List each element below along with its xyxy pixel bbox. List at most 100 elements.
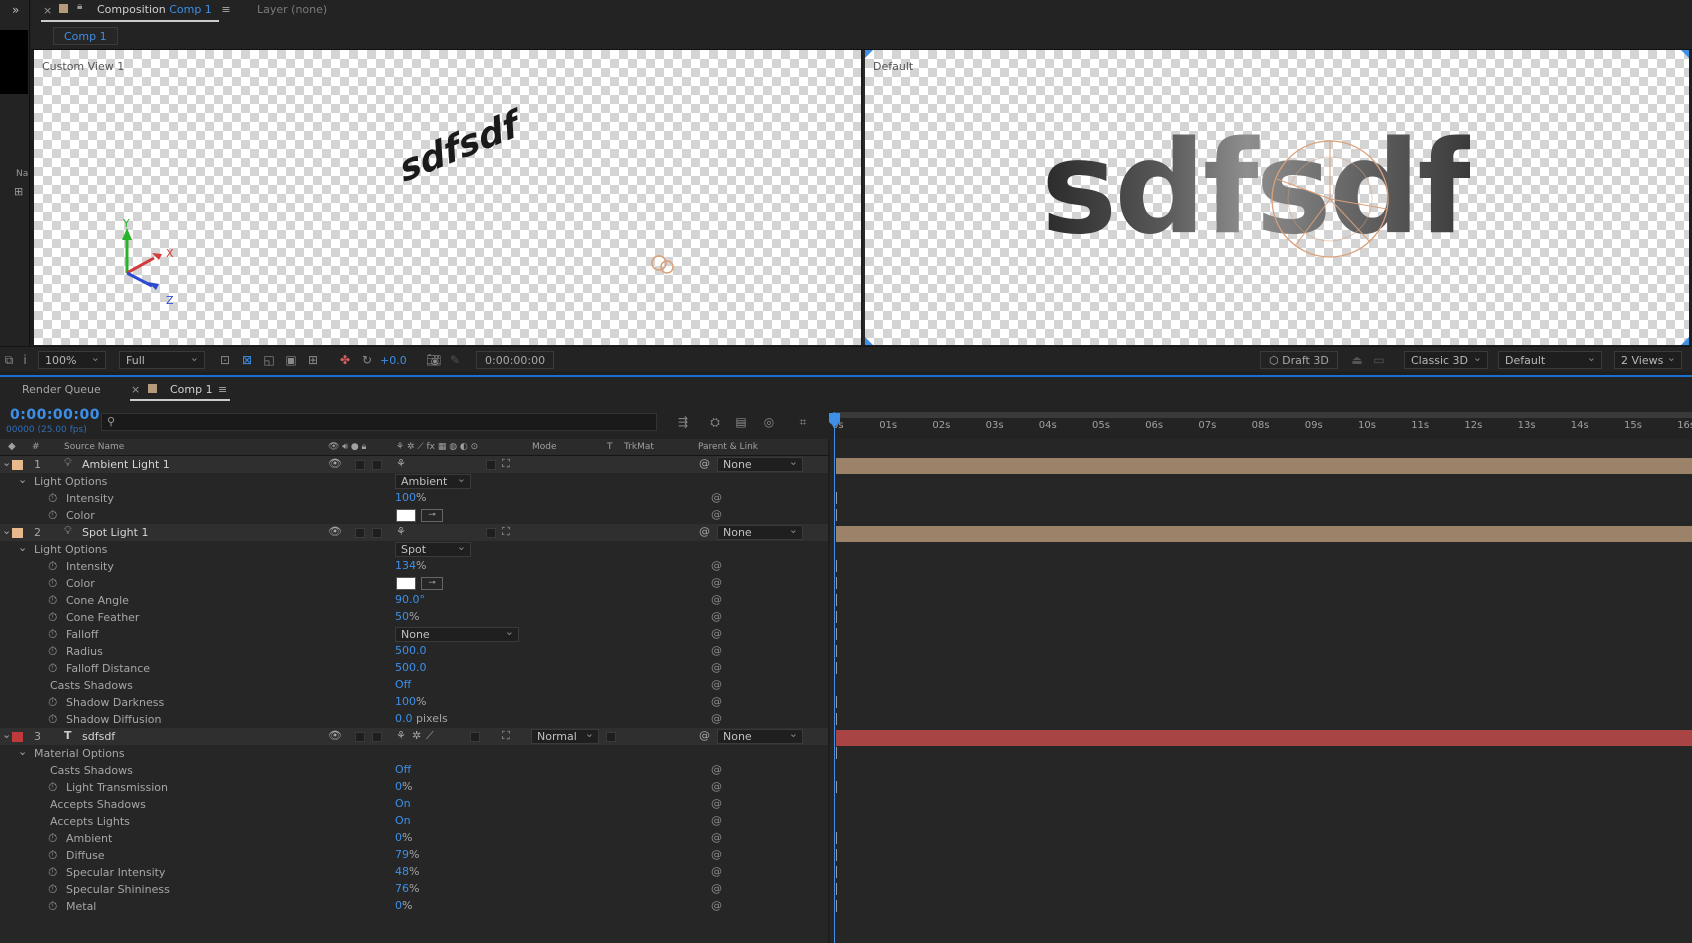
property-value[interactable]: 50%: [395, 610, 419, 623]
label-column-icon[interactable]: ◆: [8, 441, 16, 452]
pick-whip-icon[interactable]: @: [711, 712, 722, 725]
value-number[interactable]: 76: [395, 882, 409, 895]
layer-tab[interactable]: Layer (none): [257, 3, 327, 16]
timeline-comp-tab[interactable]: Comp 1: [170, 383, 213, 396]
stopwatch-icon[interactable]: ⏱︎: [48, 559, 57, 574]
pick-whip-icon[interactable]: @: [711, 848, 722, 861]
draft-3d-button[interactable]: ⬡ Draft 3D: [1260, 351, 1338, 369]
lock-switch[interactable]: [372, 528, 382, 538]
source-name-header[interactable]: Source Name: [64, 442, 124, 452]
render-queue-tab[interactable]: Render Queue: [22, 383, 101, 396]
visibility-eye-icon[interactable]: 👁︎: [328, 525, 342, 538]
property-row[interactable]: ⏱︎ Intensity 134% @: [0, 558, 828, 575]
pick-whip-icon[interactable]: @: [711, 576, 722, 589]
exposure-value[interactable]: +0.0: [380, 354, 407, 367]
comp-flowchart-icon[interactable]: ⇶: [676, 415, 690, 429]
effects-switch[interactable]: [470, 732, 480, 742]
layer-duration-bar[interactable]: [836, 730, 1692, 746]
pick-whip-icon[interactable]: @: [711, 695, 722, 708]
lock-switch[interactable]: [372, 460, 382, 470]
color-swatch[interactable]: [396, 509, 416, 522]
lock-switch[interactable]: [372, 732, 382, 742]
property-row[interactable]: Accepts Shadows On @: [0, 796, 828, 813]
value-number[interactable]: 100: [395, 491, 416, 504]
property-group-row[interactable]: ⌄ Material Options: [0, 745, 828, 762]
value-number[interactable]: 0.0: [395, 712, 413, 725]
axis-gizmo-icon[interactable]: Y X Z: [82, 218, 192, 308]
value-number[interactable]: 79: [395, 848, 409, 861]
quality-switch-icon[interactable]: ⟋: [426, 729, 434, 743]
frame-blending-icon[interactable]: ▤: [734, 415, 748, 429]
property-row[interactable]: ⏱︎ Falloff Distance 500.0 @: [0, 660, 828, 677]
label-color-swatch[interactable]: [12, 528, 23, 538]
pick-whip-icon[interactable]: @: [711, 678, 722, 691]
solo-switch[interactable]: [355, 460, 365, 470]
expand-icon[interactable]: ⌄: [18, 745, 27, 758]
playhead-line[interactable]: [834, 412, 835, 943]
value-number[interactable]: 48: [395, 865, 409, 878]
lock-icon[interactable]: 🔒︎: [77, 1, 82, 12]
property-row[interactable]: ⏱︎ Color ⊸ @: [0, 507, 828, 524]
shy-switch-icon[interactable]: ⚘: [396, 729, 406, 742]
label-color-swatch[interactable]: [12, 732, 23, 742]
property-value[interactable]: 100%: [395, 491, 426, 504]
graph-editor-icon[interactable]: ⌗: [796, 415, 810, 429]
solo-switch[interactable]: [355, 528, 365, 538]
stopwatch-icon[interactable]: ⏱︎: [48, 780, 57, 795]
stopwatch-icon[interactable]: ⏱︎: [48, 610, 57, 625]
solo-switch[interactable]: [355, 732, 365, 742]
property-row[interactable]: ⏱︎ Color ⊸ @: [0, 575, 828, 592]
pick-whip-icon[interactable]: @: [711, 644, 722, 657]
3d-view-select[interactable]: Default: [1498, 351, 1602, 369]
property-value[interactable]: Off: [395, 763, 411, 776]
shy-layers-icon[interactable]: ⛭: [708, 415, 722, 429]
property-row[interactable]: ⏱︎ Metal 0% @: [0, 898, 828, 915]
property-value[interactable]: 500.0: [395, 661, 427, 674]
property-value[interactable]: Off: [395, 678, 411, 691]
view-layout-select[interactable]: 2 Views: [1614, 351, 1682, 369]
property-value[interactable]: On: [395, 814, 411, 827]
stopwatch-icon[interactable]: ⏱︎: [48, 695, 57, 710]
layer-duration-bar[interactable]: [836, 458, 1692, 474]
property-row[interactable]: ⏱︎ Specular Intensity 48% @: [0, 864, 828, 881]
current-time-field[interactable]: 0:00:00:00: [476, 351, 555, 369]
pick-whip-icon[interactable]: @: [711, 661, 722, 674]
comp-breadcrumb[interactable]: Comp 1: [53, 27, 118, 45]
pick-whip-icon[interactable]: @: [711, 831, 722, 844]
shy-switch-icon[interactable]: ⚘: [396, 525, 406, 538]
parent-select[interactable]: None: [717, 727, 803, 744]
quality-switch[interactable]: [486, 460, 496, 470]
color-swatch[interactable]: [396, 577, 416, 590]
visibility-eye-icon[interactable]: 👁︎: [328, 457, 342, 470]
3d-layer-switch-icon[interactable]: ⛶: [502, 729, 510, 743]
blend-mode-select[interactable]: Normal: [531, 727, 599, 744]
stopwatch-icon[interactable]: ⏱︎: [48, 899, 57, 914]
property-group-row[interactable]: ⌄ Light Options Spot: [0, 540, 828, 558]
property-row[interactable]: ⏱︎ Shadow Darkness 100% @: [0, 694, 828, 711]
parent-select[interactable]: None: [717, 455, 803, 472]
value-number[interactable]: 0: [395, 899, 402, 912]
value-number[interactable]: 134: [395, 559, 416, 572]
layer-name[interactable]: Spot Light 1: [82, 526, 148, 539]
value-number[interactable]: 0: [395, 831, 402, 844]
property-row[interactable]: ⏱︎ Shadow Diffusion 0.0 pixels @: [0, 711, 828, 728]
eyedropper-icon[interactable]: ⊸: [421, 509, 443, 522]
property-row[interactable]: Accepts Lights On @: [0, 813, 828, 830]
visibility-eye-icon[interactable]: 👁︎: [328, 729, 342, 742]
property-value[interactable]: 0%: [395, 780, 412, 793]
property-value[interactable]: On: [395, 797, 411, 810]
stopwatch-icon[interactable]: ⏱︎: [48, 491, 57, 506]
property-group-row[interactable]: ⌄ Light Options Ambient: [0, 472, 828, 490]
label-color-swatch[interactable]: [12, 460, 23, 470]
layer-row[interactable]: ⌄ 3 T sdfsdf 👁︎ ⚘ ✲ ⟋ ⛶ Normal @ None: [0, 727, 828, 745]
stopwatch-icon[interactable]: ⏱︎: [48, 593, 57, 608]
property-row[interactable]: ⏱︎ Intensity 100% @: [0, 490, 828, 507]
pick-whip-icon[interactable]: @: [711, 814, 722, 827]
property-value[interactable]: 500.0: [395, 644, 427, 657]
track-matte-switch[interactable]: [606, 732, 616, 742]
ground-plane-icon[interactable]: ▭: [1372, 353, 1386, 367]
pick-whip-icon[interactable]: @: [711, 559, 722, 572]
property-value[interactable]: 0.0 pixels: [395, 712, 448, 725]
property-row[interactable]: ⏱︎ Light Transmission 0% @: [0, 779, 828, 796]
property-value[interactable]: 76%: [395, 882, 419, 895]
